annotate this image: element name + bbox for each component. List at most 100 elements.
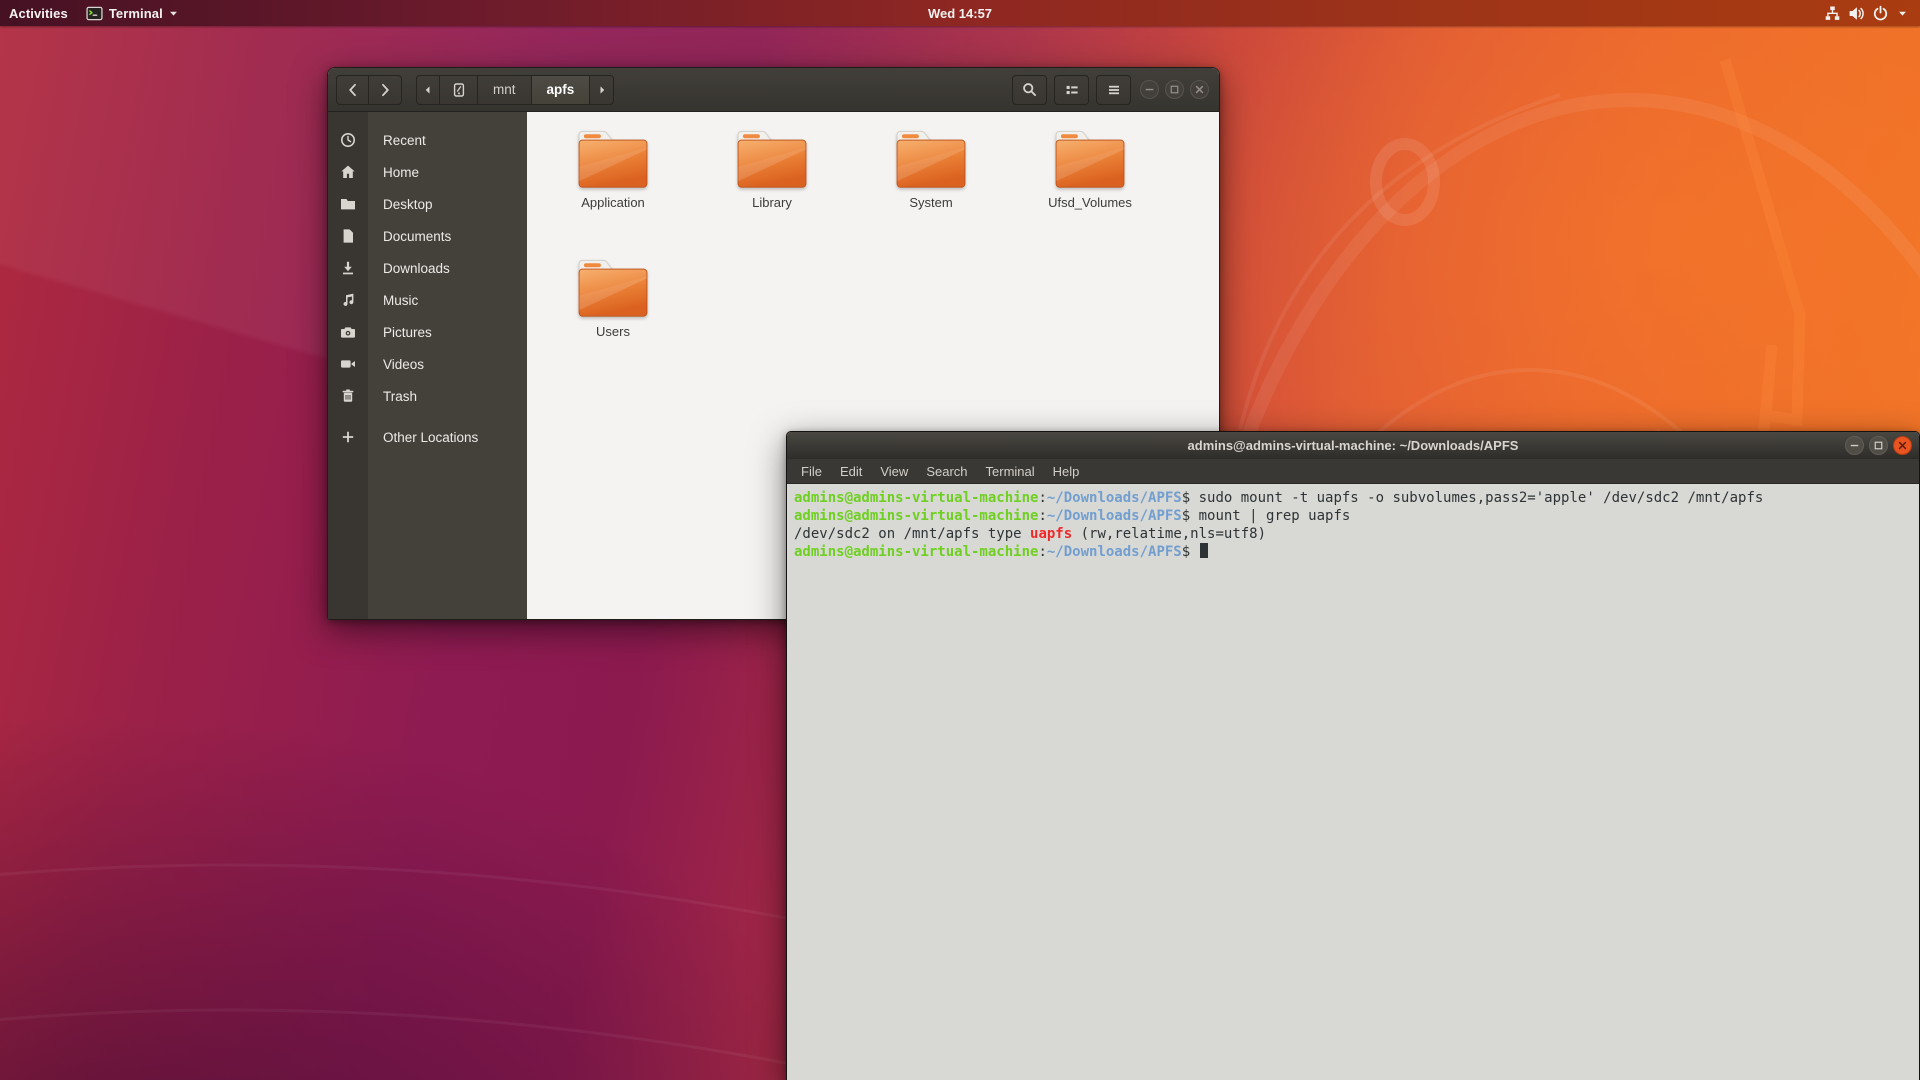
terminal-text-segment: /dev/sdc2 on /mnt/apfs type xyxy=(794,526,1030,542)
sidebar-item-pictures[interactable]: Pictures xyxy=(328,316,527,348)
minimize-icon xyxy=(1848,439,1861,452)
folder-ufsd_volumes[interactable]: Ufsd_Volumes xyxy=(1011,128,1169,210)
back-button[interactable] xyxy=(336,75,369,105)
plus-icon xyxy=(328,429,368,445)
clock-button[interactable]: Wed 14:57 xyxy=(919,0,1001,26)
sidebar-item-label: Music xyxy=(383,293,418,308)
terminal-menu-search[interactable]: Search xyxy=(917,459,976,484)
folder-label: Library xyxy=(752,195,792,210)
terminal-menu-edit[interactable]: Edit xyxy=(831,459,871,484)
view-toggle-button[interactable] xyxy=(1054,75,1089,105)
terminal-text-segment: : xyxy=(1038,544,1046,560)
terminal-text-segment: ~/Downloads/APFS xyxy=(1047,544,1182,560)
maximize-icon xyxy=(1168,83,1181,96)
terminal-menu-help[interactable]: Help xyxy=(1044,459,1089,484)
sidebar-item-home[interactable]: Home xyxy=(328,156,527,188)
maximize-button[interactable] xyxy=(1165,80,1184,99)
terminal-menu-view[interactable]: View xyxy=(871,459,917,484)
activities-label: Activities xyxy=(9,6,68,21)
documents-icon xyxy=(328,228,368,244)
sidebar-item-desktop[interactable]: Desktop xyxy=(328,188,527,220)
path-root-drive-button[interactable] xyxy=(440,75,478,105)
terminal-content[interactable]: admins@admins-virtual-machine:~/Download… xyxy=(787,484,1919,561)
hamburger-menu-icon xyxy=(1106,82,1122,98)
sidebar-item-videos[interactable]: Videos xyxy=(328,348,527,380)
folder-icon xyxy=(1053,128,1127,190)
sidebar-item-label: Other Locations xyxy=(383,430,478,445)
sidebar-items: Recent Home Desktop DocumentsDownloads Music… xyxy=(328,112,527,453)
terminal-minimize-button[interactable] xyxy=(1845,436,1864,455)
terminal-text-segment: $ xyxy=(1182,544,1199,560)
terminal-text-segment: (rw,relatime,nls=utf8) xyxy=(1072,526,1266,542)
terminal-menu-file[interactable]: File xyxy=(792,459,831,484)
sidebar-item-recent[interactable]: Recent xyxy=(328,124,527,156)
files-sidebar: Recent Home Desktop DocumentsDownloads Music… xyxy=(328,112,527,619)
folder-label: Application xyxy=(581,195,645,210)
terminal-window: admins@admins-virtual-machine: ~/Downloa… xyxy=(786,431,1920,1080)
desktop: Activities Terminal Wed 14:57 mntapfs Re… xyxy=(0,0,1920,1080)
scroll-left-icon xyxy=(422,84,434,96)
terminal-cursor xyxy=(1200,543,1208,558)
terminal-text-segment: ~/Downloads/APFS xyxy=(1047,508,1182,524)
app-menu-label: Terminal xyxy=(109,6,163,21)
folder-application[interactable]: Application xyxy=(534,128,692,210)
music-icon xyxy=(328,292,368,308)
terminal-menubar: FileEditViewSearchTerminalHelp xyxy=(787,459,1919,484)
path-segment-apfs[interactable]: apfs xyxy=(532,75,591,105)
volume-icon xyxy=(1848,5,1865,22)
sidebar-item-music[interactable]: Music xyxy=(328,284,527,316)
sidebar-item-downloads[interactable]: Downloads xyxy=(328,252,527,284)
system-status-area[interactable] xyxy=(1816,0,1916,26)
files-headerbar[interactable]: mntapfs xyxy=(328,68,1219,112)
path-bar: mntapfs xyxy=(416,75,614,105)
path-scroll-left-button[interactable] xyxy=(416,75,440,105)
app-menu-button[interactable]: Terminal xyxy=(77,0,188,26)
sidebar-item-trash[interactable]: Trash xyxy=(328,380,527,412)
activities-button[interactable]: Activities xyxy=(0,0,77,26)
sidebar-item-label: Pictures xyxy=(383,325,432,340)
sidebar-item-documents[interactable]: Documents xyxy=(328,220,527,252)
terminal-menu-terminal[interactable]: Terminal xyxy=(977,459,1044,484)
folder-library[interactable]: Library xyxy=(693,128,851,210)
home-icon xyxy=(328,164,368,180)
folder-icon xyxy=(576,257,650,319)
files-window-controls xyxy=(1140,80,1209,99)
terminal-text-segment: $ mount | grep uapfs xyxy=(1182,508,1351,524)
maximize-icon xyxy=(1872,439,1885,452)
path-segment-mnt[interactable]: mnt xyxy=(478,75,532,105)
folder-icon xyxy=(576,128,650,190)
close-button[interactable] xyxy=(1190,80,1209,99)
terminal-text-segment: : xyxy=(1038,508,1046,524)
terminal-close-button[interactable] xyxy=(1893,436,1912,455)
folder-system[interactable]: System xyxy=(852,128,1010,210)
minimize-icon xyxy=(1143,83,1156,96)
drive-icon xyxy=(451,82,467,98)
videos-icon xyxy=(328,356,368,372)
terminal-text-segment: : xyxy=(1038,490,1046,506)
search-button[interactable] xyxy=(1012,75,1047,105)
menu-button[interactable] xyxy=(1096,75,1131,105)
folder-users[interactable]: Users xyxy=(534,257,692,339)
minimize-button[interactable] xyxy=(1140,80,1159,99)
scroll-right-icon xyxy=(596,84,608,96)
terminal-line: admins@admins-virtual-machine:~/Download… xyxy=(794,489,1919,507)
path-scroll-right-button[interactable] xyxy=(590,75,614,105)
back-icon xyxy=(345,82,361,98)
sidebar-item-label: Recent xyxy=(383,133,426,148)
terminal-titlebar[interactable]: admins@admins-virtual-machine: ~/Downloa… xyxy=(787,432,1919,459)
sidebar-item-label: Home xyxy=(383,165,419,180)
sidebar-item-label: Videos xyxy=(383,357,424,372)
terminal-line: /dev/sdc2 on /mnt/apfs type uapfs (rw,re… xyxy=(794,525,1919,543)
forward-button[interactable] xyxy=(369,75,402,105)
terminal-title: admins@admins-virtual-machine: ~/Downloa… xyxy=(1188,438,1519,453)
power-icon xyxy=(1872,5,1889,22)
view-list-icon xyxy=(1064,82,1080,98)
sidebar-item-other-locations[interactable]: Other Locations xyxy=(328,421,527,453)
close-icon xyxy=(1896,439,1909,452)
pictures-icon xyxy=(328,324,368,340)
sidebar-item-label: Desktop xyxy=(383,197,433,212)
terminal-maximize-button[interactable] xyxy=(1869,436,1888,455)
trash-icon xyxy=(328,388,368,404)
downloads-icon xyxy=(328,260,368,276)
close-icon xyxy=(1193,83,1206,96)
